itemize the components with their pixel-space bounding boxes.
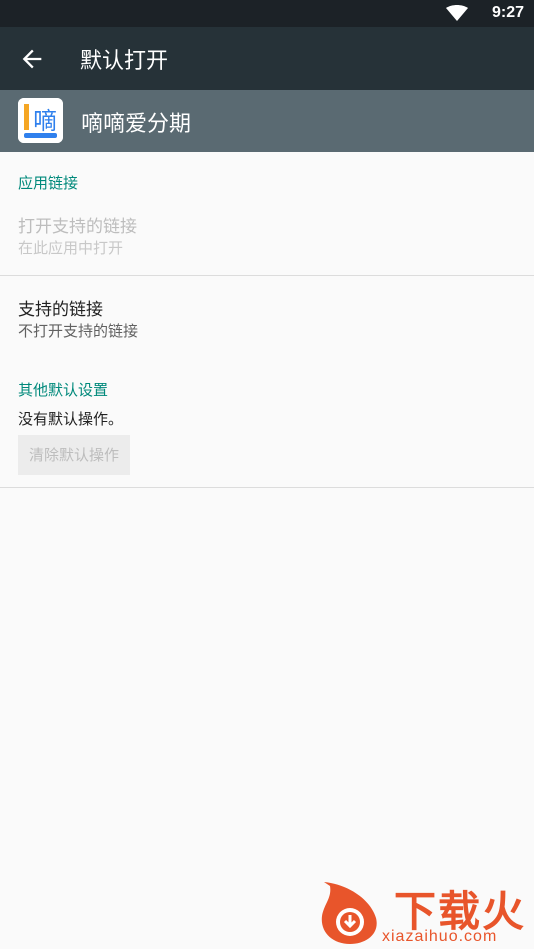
open-supported-links-subtitle: 在此应用中打开 <box>18 239 124 257</box>
no-default-actions-text: 没有默认操作。 <box>18 410 124 428</box>
flame-logo-icon <box>321 882 377 944</box>
status-bar: 9:27 <box>0 0 534 27</box>
watermark-url: xiazaihuo.com <box>382 928 498 945</box>
page-title: 默认打开 <box>80 49 169 74</box>
wifi-icon <box>446 5 468 21</box>
status-time: 9:27 <box>491 4 524 21</box>
app-header: 嘀 嘀嘀爱分期 <box>0 90 534 152</box>
svg-text:嘀: 嘀 <box>33 107 57 135</box>
divider <box>0 275 534 276</box>
app-name: 嘀嘀爱分期 <box>81 112 192 137</box>
section-header-app-links: 应用链接 <box>18 174 79 192</box>
app-icon: 嘀 <box>18 98 63 143</box>
section-header-other-defaults: 其他默认设置 <box>18 381 109 399</box>
supported-links-title: 支持的链接 <box>18 300 103 320</box>
divider <box>0 487 534 488</box>
clear-defaults-button[interactable]: 清除默认操作 <box>18 435 130 475</box>
open-supported-links-title: 打开支持的链接 <box>18 217 137 237</box>
watermark: 下载火 xiazaihuo.com <box>314 878 534 948</box>
supported-links-subtitle: 不打开支持的链接 <box>18 322 139 340</box>
app-logo-icon: 嘀 <box>18 98 63 143</box>
toolbar: 默认打开 <box>0 27 534 90</box>
arrow-left-icon[interactable] <box>18 45 46 73</box>
